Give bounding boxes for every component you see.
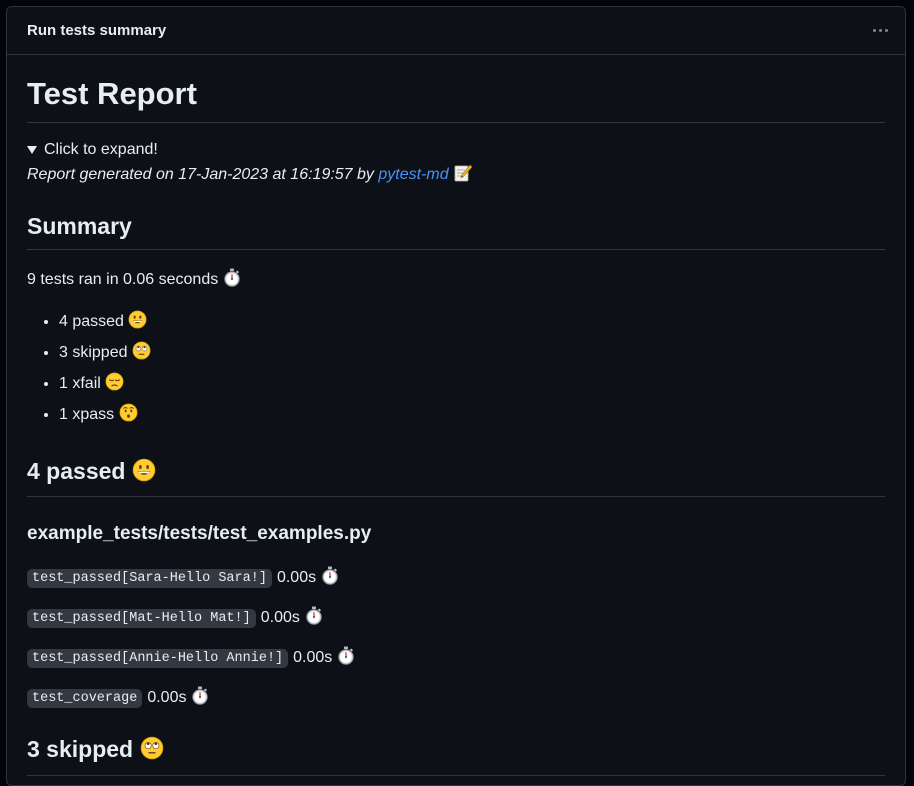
summary-item-label: 1 xfail — [59, 374, 101, 392]
list-item: 1 xpass — [59, 401, 885, 432]
summary-heading: Summary — [27, 213, 885, 250]
rolling-eyes-face-icon — [132, 341, 151, 370]
test-row: test_passed[Mat-Hello Mat!] 0.00s — [27, 606, 885, 630]
test-row: test_coverage 0.00s — [27, 686, 885, 710]
test-duration: 0.00s — [276, 569, 317, 587]
triangle-down-icon — [27, 146, 37, 155]
panel-header: Run tests summary — [7, 7, 905, 55]
list-item: 4 passed — [59, 308, 885, 339]
summary-item-label: 4 passed — [59, 312, 124, 330]
pytest-md-link[interactable]: pytest-md — [378, 166, 448, 183]
grinning-face-icon — [132, 458, 156, 489]
test-row: test_passed[Sara-Hello Sara!] 0.00s — [27, 566, 885, 590]
test-duration: 0.00s — [260, 609, 300, 627]
test-file-heading: example_tests/tests/test_examples.py — [27, 523, 372, 545]
run-tests-summary-panel: Run tests summary Test Report Click to e… — [6, 6, 906, 786]
stopwatch-icon — [305, 606, 323, 630]
details-summary-label: Click to expand! — [44, 141, 158, 159]
report-content: Test Report Click to expand! Report gene… — [7, 75, 905, 776]
test-name: test_coverage — [27, 688, 143, 708]
skipped-heading: 3 skipped — [27, 736, 885, 776]
test-duration: 0.00s — [147, 689, 187, 707]
pensive-face-icon — [105, 372, 124, 401]
summary-item-label: 3 skipped — [59, 343, 128, 361]
report-generated-line: Report generated on 17-Jan-2023 at 16:19… — [27, 164, 885, 187]
tests-ran-text: 9 tests ran in 0.06 seconds — [27, 270, 219, 288]
stopwatch-icon — [191, 686, 209, 710]
passed-tests-list: test_passed[Sara-Hello Sara!] 0.00s test… — [27, 566, 885, 710]
test-name: test_passed[Sara-Hello Sara!] — [27, 568, 272, 588]
passed-heading: 4 passed — [27, 458, 885, 498]
list-item: 1 xfail — [59, 370, 885, 401]
details-toggle[interactable]: Click to expand! — [27, 141, 885, 159]
test-duration: 0.00s — [293, 649, 333, 667]
stopwatch-icon — [223, 268, 241, 292]
passed-heading-text: 4 passed — [27, 457, 126, 484]
test-row: test_passed[Annie-Hello Annie!] 0.00s — [27, 646, 885, 670]
memo-icon — [453, 164, 473, 187]
panel-title: Run tests summary — [27, 22, 167, 39]
summary-list: 4 passed 3 skipped — [27, 308, 885, 432]
grinning-face-icon — [128, 310, 147, 339]
kebab-horizontal-icon[interactable] — [869, 20, 891, 42]
stopwatch-icon — [337, 646, 355, 670]
test-name: test_passed[Annie-Hello Annie!] — [27, 648, 289, 668]
stopwatch-icon — [321, 566, 339, 590]
skipped-heading-text: 3 skipped — [27, 736, 134, 763]
summary-item-label: 1 xpass — [59, 405, 115, 423]
hushed-face-icon — [119, 403, 138, 432]
tests-ran-line: 9 tests ran in 0.06 seconds — [27, 268, 885, 292]
list-item: 3 skipped — [59, 339, 885, 370]
rolling-eyes-face-icon — [140, 736, 164, 767]
report-title: Test Report — [27, 75, 885, 124]
test-name: test_passed[Mat-Hello Mat!] — [27, 608, 256, 628]
generated-text: Report generated on 17-Jan-2023 at 16:19… — [27, 166, 374, 184]
